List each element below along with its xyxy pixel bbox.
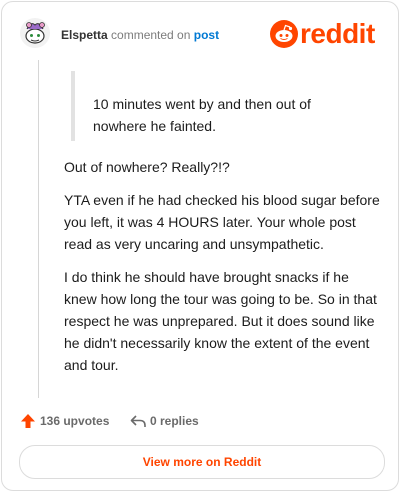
reply-arrow-icon[interactable]: [130, 413, 146, 429]
comment-paragraph: Out of nowhere? Really?!?: [64, 159, 230, 175]
view-more-button[interactable]: View more on Reddit: [19, 445, 385, 479]
reddit-wordmark: reddit: [300, 18, 375, 49]
quote-block: 10 minutes went by and then out of nowhe…: [71, 71, 375, 141]
upvote-arrow-icon[interactable]: [20, 413, 36, 429]
comment-paragraph: YTA even if he had checked his blood sug…: [64, 192, 380, 252]
embed-card: Elspetta commented on post reddit 10 min…: [1, 1, 399, 491]
comment-footer: 136 upvotes 0 replies: [20, 410, 382, 432]
comment-header: Elspetta commented on post reddit: [19, 17, 382, 53]
reply-count[interactable]: 0 replies: [150, 414, 199, 428]
thread-line: [38, 60, 39, 398]
upvote-count: 136 upvotes: [40, 414, 110, 428]
comment-meta: Elspetta commented on post: [61, 28, 219, 42]
comment-paragraph: I do think he should have brought snacks…: [64, 269, 377, 373]
quote-text: 10 minutes went by and then out of nowhe…: [93, 96, 311, 134]
post-link[interactable]: post: [194, 28, 219, 42]
snoo-avatar-icon[interactable]: [19, 17, 51, 49]
reddit-snoo-icon: [270, 20, 298, 48]
username[interactable]: Elspetta: [61, 28, 108, 42]
reddit-logo[interactable]: reddit: [270, 17, 382, 51]
meta-verb: commented on: [111, 28, 191, 42]
